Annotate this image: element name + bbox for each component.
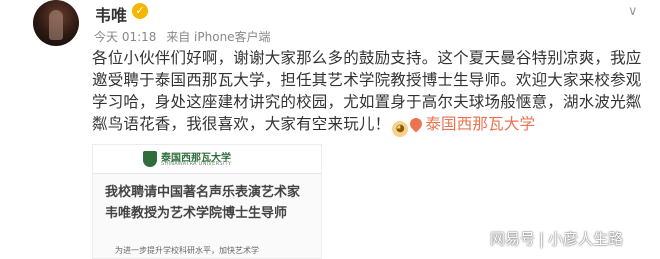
card-title: 我校聘请中国著名声乐表演艺术家 韦唯教授为艺术学院博士生导师 [105,182,315,224]
post-source[interactable]: 来自 iPhone客户端 [166,30,270,44]
location-link-label: 泰国西那瓦大学 [425,115,536,133]
grin-emoji-icon: ◕ [392,121,409,137]
watermark-account: 小彦人生路 [548,230,624,248]
card-title-line: 韦唯教授为艺术学院博士生导师 [105,206,288,221]
card-body-text: 为进一步提升学校科研水平，加快艺术学 [115,246,259,255]
avatar-figure [49,10,63,40]
watermark-site: 网易号 [490,230,536,248]
post-text-line: 学习哈，身处这座建材讲究的校园，尤如置身于高尔夫球场般惬意，湖水波光粼 [92,93,642,111]
post-text-line: 各位小伙伴们好啊，谢谢大家那么多的鼓励支持。这个夏天曼谷特别凉爽，我应 [92,49,642,67]
card-header: 泰国西那瓦大学 SHINAWATRA UNIVERSITY [93,145,321,174]
card-title-line: 我校聘请中国著名声乐表演艺术家 [105,185,301,200]
location-pin-icon [407,115,425,133]
post-time: 今天 01:18 [94,30,157,44]
post-text-line: 粼鸟语花香，我很喜欢，大家有空来玩儿！ [92,115,391,133]
location-link[interactable]: 泰国西那瓦大学 [407,115,536,133]
watermark: 网易号 | 小彦人生路 [490,228,623,249]
chevron-down-icon[interactable]: ∨ [628,4,638,19]
avatar[interactable] [33,0,79,46]
university-logo-icon [143,151,157,167]
verified-badge-icon: ✓ [132,3,148,19]
card-school-subtitle: SHINAWATRA UNIVERSITY [161,161,232,167]
post-text-line: 邀受聘于泰国西那瓦大学，担任其艺术学院教授博士生导师。欢迎大家来校参观 [92,71,642,89]
author-name[interactable]: 韦唯 [95,2,127,26]
post-content: 各位小伙伴们好啊，谢谢大家那么多的鼓励支持。这个夏天曼谷特别凉爽，我应 邀受聘于… [92,47,652,137]
post-text-line-last: 粼鸟语花香，我很喜欢，大家有空来玩儿！ ◕ 泰国西那瓦大学 [92,113,652,137]
shared-article-image[interactable]: 泰国西那瓦大学 SHINAWATRA UNIVERSITY 我校聘请中国著名声乐… [92,144,322,259]
post-meta: 今天 01:18 来自 iPhone客户端 [94,28,277,45]
watermark-separator: | [539,230,545,248]
